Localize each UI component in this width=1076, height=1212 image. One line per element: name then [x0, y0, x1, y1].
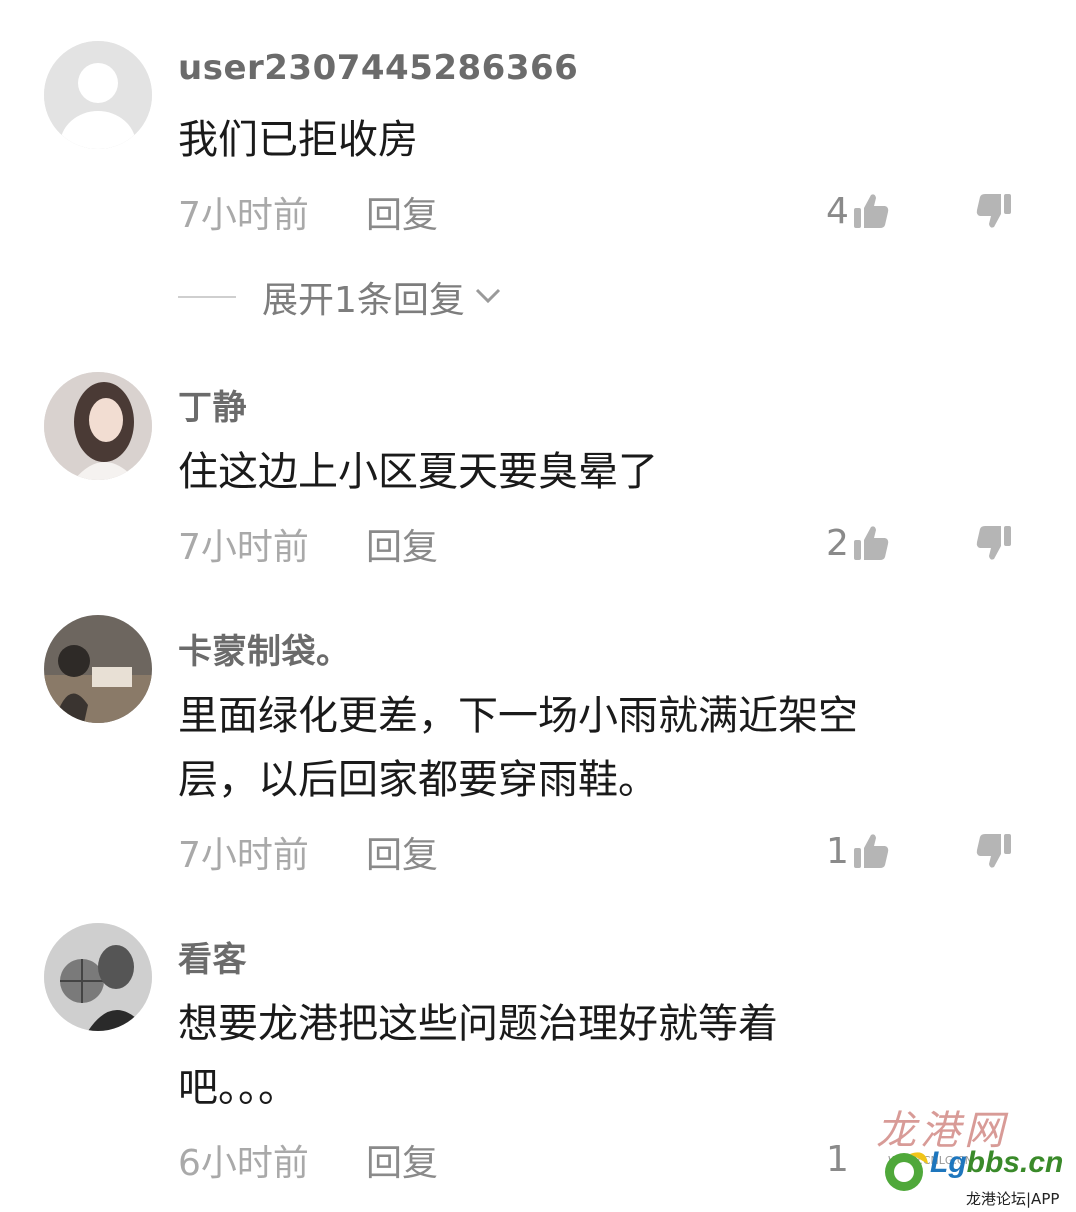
- thumbs-up-icon: [851, 191, 891, 231]
- comment-text: 住这边上小区夏天要臭晕了: [178, 440, 978, 504]
- expand-replies-button[interactable]: 展开1条回复: [178, 272, 503, 322]
- dislike-button[interactable]: [974, 826, 1014, 876]
- like-count: 2: [826, 522, 849, 564]
- timestamp: 7小时前: [178, 527, 309, 568]
- like-count: 1: [826, 1138, 849, 1180]
- chevron-down-icon: [473, 280, 503, 314]
- avatar[interactable]: [44, 41, 152, 149]
- comment-text: 里面绿化更差，下一场小雨就满近架空 层，以后回家都要穿雨鞋。: [178, 684, 978, 812]
- leaf-logo-icon: [882, 1148, 930, 1198]
- expand-replies-label: 展开1条回复: [262, 280, 465, 321]
- reply-button[interactable]: 回复: [366, 186, 438, 238]
- avatar[interactable]: [44, 372, 152, 480]
- comment-line: 层，以后回家都要穿雨鞋。: [178, 757, 658, 803]
- reply-button[interactable]: 回复: [366, 1134, 438, 1186]
- like-button[interactable]: 1: [826, 1134, 851, 1184]
- dislike-button[interactable]: [974, 518, 1014, 568]
- watermark-url-suffix: bbs.cn: [966, 1146, 1064, 1179]
- comment-line: 住这边上小区夏天要臭晕了: [178, 449, 658, 495]
- comment-meta: 7小时前 回复 4: [178, 186, 1038, 236]
- thumbs-up-icon: [851, 523, 891, 563]
- comment-meta: 7小时前 回复 2: [178, 518, 1038, 568]
- comment-line: 里面绿化更差，下一场小雨就满近架空: [178, 693, 858, 739]
- comment-line: 想要龙港把这些问题治理好就等着: [178, 1001, 778, 1047]
- watermark-url: Lgbbs.cn: [930, 1146, 1063, 1180]
- watermark-url-prefix: Lg: [930, 1146, 967, 1179]
- comment-meta: 7小时前 回复 1: [178, 826, 1038, 876]
- site-watermark: 龙港网 WWW.CNLG.CN Lgbbs.cn 龙港论坛|APP: [866, 1098, 1076, 1212]
- thumbs-down-icon: [974, 523, 1014, 563]
- divider: [178, 296, 236, 298]
- like-button[interactable]: 4: [826, 186, 891, 236]
- dislike-button[interactable]: [974, 186, 1014, 236]
- like-count: 1: [826, 830, 849, 872]
- avatar[interactable]: [44, 615, 152, 723]
- comment-line: 我们已拒收房: [178, 117, 418, 163]
- username[interactable]: 看客: [178, 932, 247, 981]
- like-count: 4: [826, 190, 849, 232]
- thumbs-down-icon: [974, 191, 1014, 231]
- like-button[interactable]: 1: [826, 826, 891, 876]
- default-avatar-icon: [44, 41, 152, 149]
- watermark-subtitle: 龙港论坛|APP: [966, 1190, 1060, 1208]
- like-button[interactable]: 2: [826, 518, 891, 568]
- timestamp: 7小时前: [178, 835, 309, 876]
- comment-text: 我们已拒收房: [178, 108, 978, 172]
- thumbs-up-icon: [851, 831, 891, 871]
- comment-text: 想要龙港把这些问题治理好就等着 吧。。。: [178, 992, 978, 1120]
- avatar[interactable]: [44, 923, 152, 1031]
- reply-button[interactable]: 回复: [366, 518, 438, 570]
- woman-portrait-icon: [44, 372, 152, 480]
- thumbs-down-icon: [974, 831, 1014, 871]
- timestamp: 7小时前: [178, 195, 309, 236]
- timestamp: 6小时前: [178, 1143, 309, 1184]
- comment-line: 吧。。。: [178, 1065, 298, 1111]
- username[interactable]: user2307445286366: [178, 48, 578, 88]
- username[interactable]: 丁静: [178, 380, 247, 429]
- reply-button[interactable]: 回复: [366, 826, 438, 878]
- person-at-table-icon: [44, 615, 152, 723]
- username[interactable]: 卡蒙制袋。: [178, 624, 351, 673]
- basketball-player-icon: [44, 923, 152, 1031]
